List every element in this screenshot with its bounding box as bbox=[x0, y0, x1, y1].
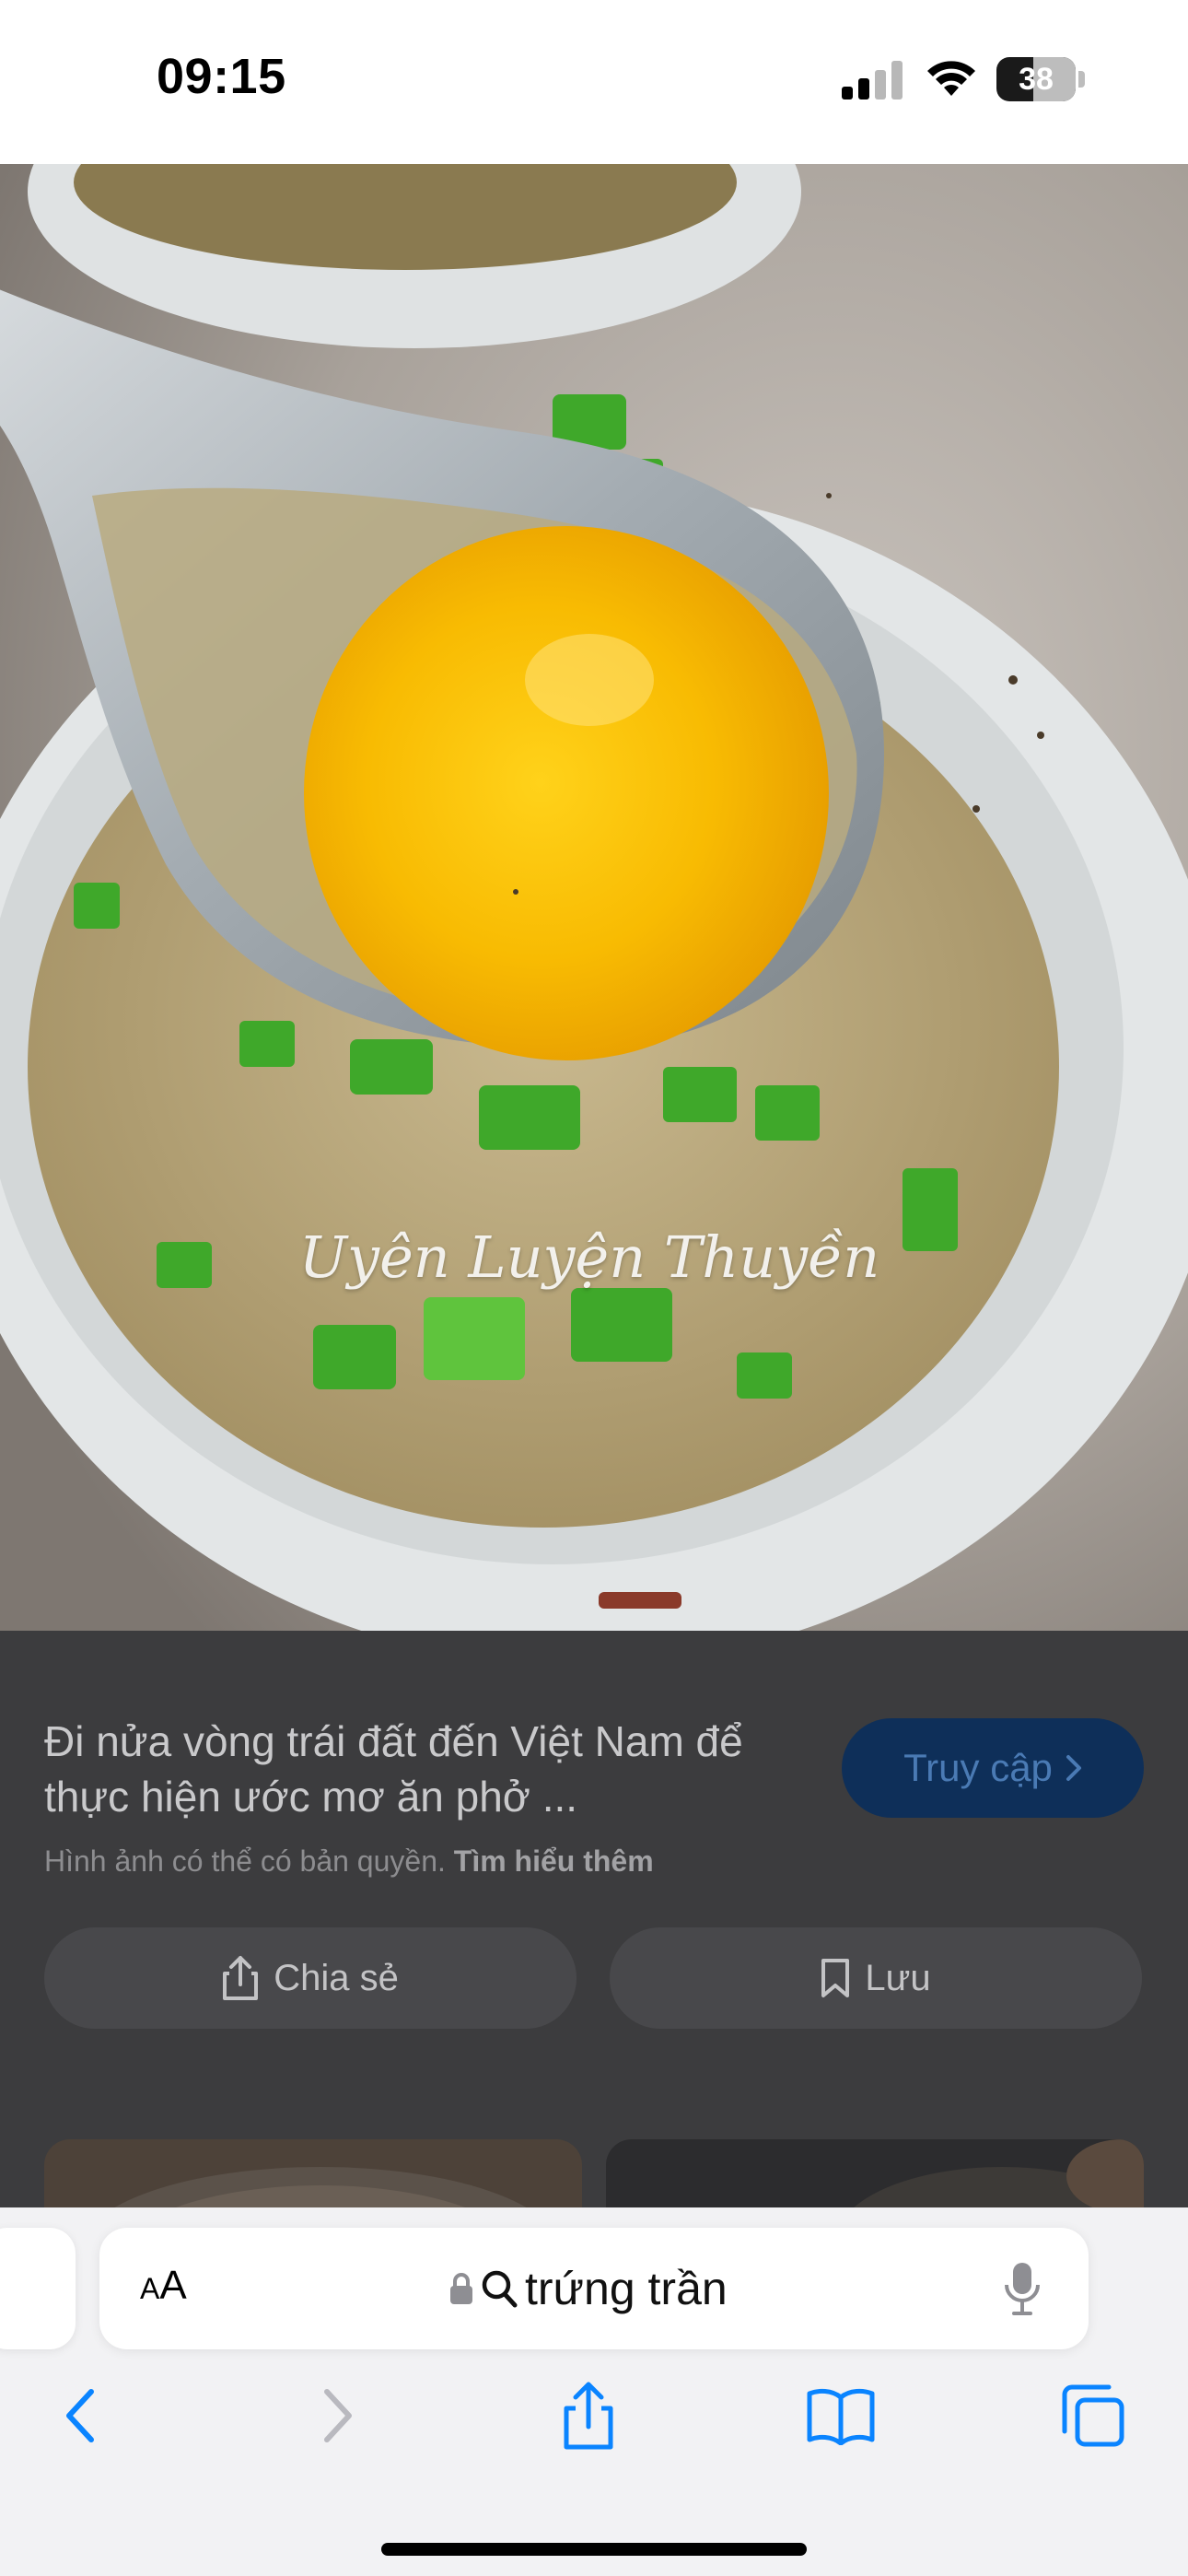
learn-more-link[interactable]: Tìm hiểu thêm bbox=[454, 1844, 654, 1878]
status-bar: 09:15 38 bbox=[0, 0, 1188, 164]
home-indicator[interactable] bbox=[381, 2543, 807, 2556]
share-label: Chia sẻ bbox=[274, 1957, 399, 1998]
aa-small: A bbox=[140, 2272, 160, 2305]
related-image-thumbnail[interactable] bbox=[606, 2139, 1144, 2207]
share-button-toolbar[interactable] bbox=[547, 2379, 630, 2453]
visit-button[interactable]: Truy cập bbox=[842, 1718, 1144, 1818]
bookmark-icon bbox=[821, 1959, 850, 1997]
search-query-text: trứng trần bbox=[525, 2263, 728, 2314]
search-result-image[interactable]: Uyên Luyện Thuyền bbox=[0, 164, 1188, 1631]
egg-soup-photo bbox=[0, 164, 1188, 1631]
chevron-right-icon bbox=[1066, 1755, 1081, 1781]
forward-icon bbox=[324, 2389, 352, 2442]
lock-icon bbox=[450, 2273, 472, 2304]
copyright-notice: Hình ảnh có thể có bản quyền. Tìm hiểu t… bbox=[44, 1844, 654, 1879]
wifi-icon bbox=[927, 61, 975, 96]
share-icon bbox=[564, 2382, 613, 2450]
tabs-button[interactable] bbox=[1052, 2379, 1135, 2453]
battery-level: 38 bbox=[1019, 62, 1054, 97]
reader-settings-button[interactable]: AA bbox=[140, 2263, 187, 2309]
bookmarks-icon bbox=[807, 2388, 875, 2445]
forward-button[interactable] bbox=[297, 2379, 379, 2453]
address-bar[interactable]: AA trứng trần bbox=[99, 2228, 1089, 2349]
copyright-text: Hình ảnh có thể có bản quyền. bbox=[44, 1844, 446, 1878]
battery-icon: 38 bbox=[996, 57, 1085, 101]
browser-toolbar: AA trứng trần bbox=[0, 2207, 1188, 2576]
tabs-icon bbox=[1062, 2384, 1124, 2447]
microphone-icon[interactable] bbox=[1002, 2259, 1042, 2318]
save-button[interactable]: Lưu bbox=[610, 1927, 1142, 2029]
share-button[interactable]: Chia sẻ bbox=[44, 1927, 577, 2029]
result-info-panel: Đi nửa vòng trái đất đến Việt Nam để thự… bbox=[0, 1631, 1188, 2207]
url-display[interactable]: trứng trần bbox=[449, 2259, 728, 2318]
share-icon bbox=[223, 1956, 259, 2000]
navigation-row bbox=[0, 2370, 1188, 2462]
bookmarks-button[interactable] bbox=[799, 2379, 882, 2453]
related-image-thumbnail[interactable] bbox=[44, 2139, 582, 2207]
signal-icon bbox=[842, 61, 903, 100]
status-time: 09:15 bbox=[157, 49, 286, 104]
search-icon bbox=[482, 2270, 518, 2308]
visit-label: Truy cập bbox=[903, 1746, 1053, 1789]
save-label: Lưu bbox=[865, 1957, 931, 1998]
back-button[interactable] bbox=[39, 2379, 122, 2453]
back-icon bbox=[66, 2389, 94, 2442]
result-title[interactable]: Đi nửa vòng trái đất đến Việt Nam để thự… bbox=[44, 1714, 799, 1824]
previous-tab-card[interactable] bbox=[0, 2228, 76, 2349]
image-watermark: Uyên Luyện Thuyền bbox=[298, 1224, 880, 1291]
aa-large: A bbox=[159, 2263, 187, 2308]
